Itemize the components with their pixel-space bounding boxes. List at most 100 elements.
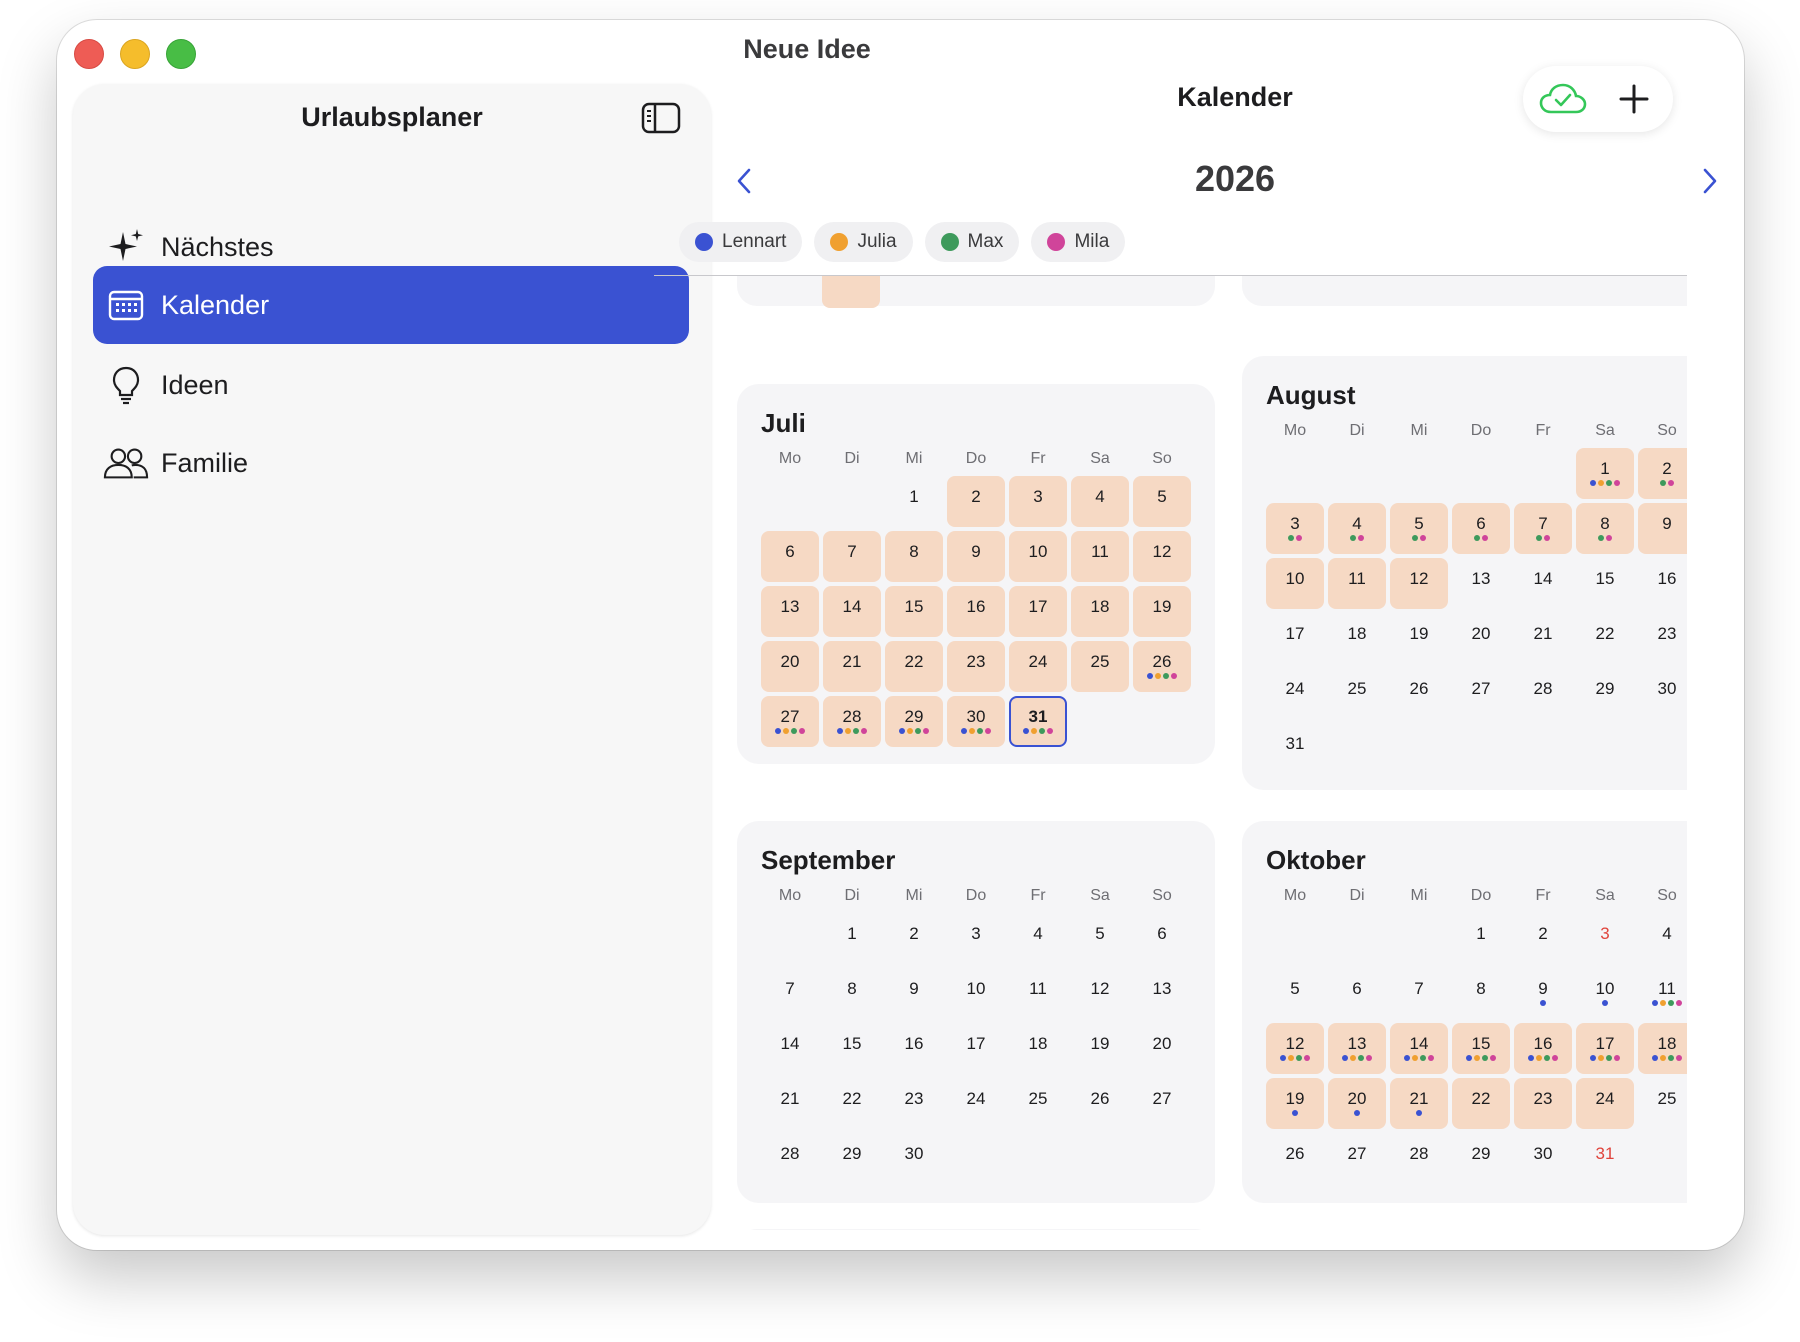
calendar-day[interactable]: 1 [1576,448,1634,499]
calendar-day[interactable]: 5 [1133,476,1191,527]
calendar-day[interactable]: 8 [823,968,881,1019]
calendar-day[interactable]: 13 [1133,968,1191,1019]
calendar-day[interactable]: 23 [1514,1078,1572,1129]
calendar-day[interactable]: 27 [1328,1133,1386,1184]
calendar-day[interactable]: 12 [1071,968,1129,1019]
calendar-day[interactable]: 31 [1266,723,1324,774]
calendar-day[interactable]: 2 [885,913,943,964]
calendar-day[interactable]: 27 [1452,668,1510,719]
next-year-button[interactable] [1696,164,1724,198]
calendar-day[interactable]: 4 [1638,913,1687,964]
calendar-day[interactable]: 13 [1452,558,1510,609]
calendar-day[interactable]: 15 [1576,558,1634,609]
calendar-day[interactable]: 24 [1266,668,1324,719]
calendar-day[interactable]: 29 [885,696,943,747]
calendar-day[interactable]: 28 [761,1133,819,1184]
calendar-day[interactable]: 2 [1514,913,1572,964]
calendar-day[interactable]: 29 [1452,1133,1510,1184]
calendar-day[interactable]: 15 [885,586,943,637]
calendar-day[interactable]: 11 [1328,558,1386,609]
calendar-day[interactable]: 16 [947,586,1005,637]
calendar-day[interactable]: 10 [1266,558,1324,609]
calendar-day[interactable]: 10 [1009,531,1067,582]
calendar-day[interactable]: 16 [885,1023,943,1074]
calendar-day[interactable]: 10 [1576,968,1634,1019]
add-icon[interactable] [1611,76,1657,122]
calendar-day[interactable]: 20 [1452,613,1510,664]
calendar-day[interactable]: 6 [761,531,819,582]
calendar-day[interactable]: 9 [885,968,943,1019]
calendar-day[interactable]: 12 [1390,558,1448,609]
calendar-day[interactable]: 3 [1576,913,1634,964]
calendar-day[interactable]: 13 [1328,1023,1386,1074]
calendar-scroll-area[interactable]: Juli Mo Di Mi Do Fr Sa So 1 2 3 4 5 6 7 8 9 10 11 12 13 14 15 1… [654,276,1687,1230]
calendar-day[interactable]: 27 [761,696,819,747]
calendar-day[interactable]: 14 [1390,1023,1448,1074]
calendar-day[interactable]: 7 [823,531,881,582]
calendar-day[interactable]: 12 [1266,1023,1324,1074]
calendar-day[interactable]: 6 [1452,503,1510,554]
calendar-day[interactable]: 20 [761,641,819,692]
calendar-day[interactable]: 7 [1514,503,1572,554]
calendar-day[interactable]: 1 [823,913,881,964]
calendar-day[interactable]: 21 [1514,613,1572,664]
calendar-day[interactable]: 2 [947,476,1005,527]
calendar-day[interactable]: 6 [1328,968,1386,1019]
calendar-day[interactable]: 30 [947,696,1005,747]
calendar-day[interactable]: 19 [1266,1078,1324,1129]
calendar-day[interactable]: 9 [1514,968,1572,1019]
calendar-day[interactable]: 17 [1576,1023,1634,1074]
calendar-day[interactable]: 17 [947,1023,1005,1074]
sidebar-item-familie[interactable]: Familie [93,424,689,502]
cloud-sync-icon[interactable] [1535,76,1591,122]
calendar-day[interactable]: 6 [1133,913,1191,964]
calendar-day[interactable]: 16 [1514,1023,1572,1074]
calendar-day[interactable]: 22 [1576,613,1634,664]
calendar-day[interactable]: 22 [1452,1078,1510,1129]
sidebar-item-ideen[interactable]: Ideen [93,346,689,424]
calendar-day[interactable]: 22 [885,641,943,692]
calendar-day[interactable]: 22 [823,1078,881,1129]
calendar-day[interactable]: 1 [885,476,943,527]
calendar-day[interactable]: 5 [1266,968,1324,1019]
calendar-day[interactable]: 25 [1328,668,1386,719]
calendar-day[interactable]: 3 [1266,503,1324,554]
calendar-day[interactable]: 25 [1638,1078,1687,1129]
calendar-day[interactable]: 9 [1638,503,1687,554]
calendar-day[interactable]: 30 [885,1133,943,1184]
calendar-day[interactable]: 5 [1390,503,1448,554]
calendar-day[interactable]: 25 [1009,1078,1067,1129]
calendar-day[interactable]: 31 [1009,696,1067,747]
calendar-day[interactable]: 11 [1638,968,1687,1019]
calendar-day[interactable]: 17 [1009,586,1067,637]
calendar-day[interactable]: 30 [1514,1133,1572,1184]
calendar-day[interactable]: 15 [1452,1023,1510,1074]
calendar-day[interactable]: 28 [823,696,881,747]
calendar-day[interactable]: 20 [1133,1023,1191,1074]
calendar-day[interactable]: 8 [1452,968,1510,1019]
calendar-day[interactable]: 11 [1071,531,1129,582]
calendar-day[interactable]: 19 [1071,1023,1129,1074]
calendar-day[interactable]: 8 [1576,503,1634,554]
previous-year-button[interactable] [730,164,758,198]
calendar-day[interactable]: 14 [761,1023,819,1074]
calendar-day[interactable]: 4 [1328,503,1386,554]
calendar-day[interactable]: 20 [1328,1078,1386,1129]
member-chip[interactable]: Mila [1031,222,1126,262]
calendar-day[interactable]: 26 [1071,1078,1129,1129]
calendar-day[interactable]: 29 [823,1133,881,1184]
calendar-day[interactable]: 13 [761,586,819,637]
calendar-day[interactable]: 1 [1452,913,1510,964]
calendar-day[interactable]: 31 [1576,1133,1634,1184]
calendar-day[interactable]: 23 [1638,613,1687,664]
calendar-day[interactable]: 18 [1009,1023,1067,1074]
calendar-day[interactable]: 4 [1009,913,1067,964]
calendar-day[interactable]: 26 [1390,668,1448,719]
calendar-day[interactable]: 29 [1576,668,1634,719]
calendar-day[interactable]: 23 [947,641,1005,692]
calendar-day[interactable]: 19 [1133,586,1191,637]
calendar-day[interactable]: 21 [823,641,881,692]
calendar-day[interactable]: 23 [885,1078,943,1129]
calendar-day[interactable]: 5 [1071,913,1129,964]
calendar-day[interactable]: 28 [1514,668,1572,719]
